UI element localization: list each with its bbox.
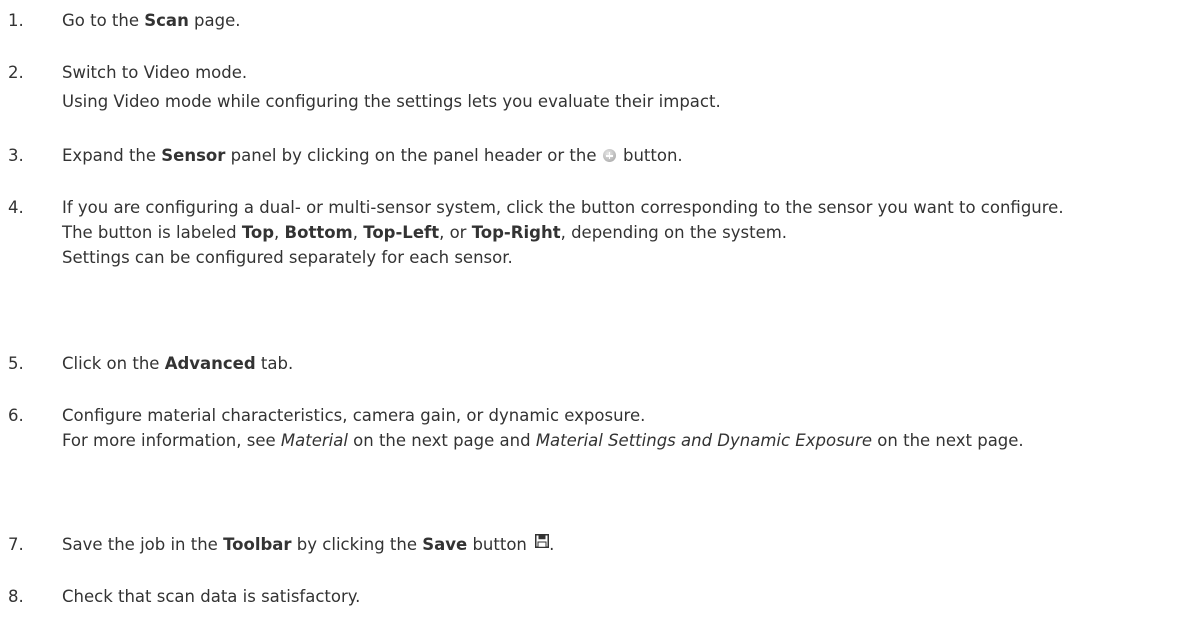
step-note: Settings can be configured separately fo…: [62, 248, 513, 267]
step-note: For more information, see Material on th…: [62, 428, 1198, 453]
text-run: panel by clicking on the panel header or…: [225, 146, 602, 165]
advanced-tab-label: Advanced: [164, 354, 256, 373]
text-run: .: [549, 535, 555, 554]
step-note: Using Video mode while configuring the s…: [62, 92, 721, 111]
scan-page-label: Scan: [144, 11, 189, 30]
material-settings-reference-link[interactable]: Material Settings and Dynamic Exposure: [536, 431, 872, 450]
step-4: 4. If you are configuring a dual- or mul…: [0, 195, 1198, 270]
step-text: Switch to Video mode. Using Video mode w…: [62, 60, 1198, 114]
step-2: 2. Switch to Video mode. Using Video mod…: [0, 60, 1198, 114]
step-text: Click on the Advanced tab.: [62, 351, 1198, 376]
procedure-document: 1. Go to the Scan page. 2. Switch to Vid…: [0, 0, 1204, 637]
text-run: , or: [439, 223, 472, 242]
step-number: 4.: [8, 198, 24, 217]
sensor-panel-label: Sensor: [161, 146, 226, 165]
step-3: 3. Expand the Sensor panel by clicking o…: [0, 143, 1198, 168]
text-run: tab.: [255, 354, 294, 373]
step-number: 3.: [8, 146, 24, 165]
material-reference-link[interactable]: Material: [281, 431, 348, 450]
bottom-label: Bottom: [284, 223, 353, 242]
top-label: Top: [241, 223, 275, 242]
text-run: Go to the: [62, 11, 145, 30]
text-run: on the next page.: [872, 431, 1024, 450]
text-run: page.: [188, 11, 241, 30]
step-text: Expand the Sensor panel by clicking on t…: [62, 143, 1198, 168]
save-disk-icon: [535, 534, 550, 548]
text-run: by clicking the: [291, 535, 423, 554]
step-line: Switch to Video mode.: [62, 63, 248, 82]
step-number: 2.: [8, 63, 24, 82]
text-run: , depending on the system.: [560, 223, 788, 242]
step-number: 8.: [8, 587, 24, 606]
step-6: 6. Configure material characteristics, c…: [0, 403, 1198, 453]
text-run: For more information, see: [62, 431, 281, 450]
step-number: 5.: [8, 354, 24, 373]
step-number: 7.: [8, 535, 24, 554]
step-text: Configure material characteristics, came…: [62, 403, 1198, 453]
step-line: Check that scan data is satisfactory.: [62, 587, 361, 606]
toolbar-label: Toolbar: [223, 535, 292, 554]
step-8: 8. Check that scan data is satisfactory.: [0, 584, 1198, 609]
plus-circle-icon: [602, 149, 616, 162]
top-left-label: Top-Left: [363, 223, 440, 242]
step-number: 6.: [8, 406, 24, 425]
step-text: Go to the Scan page.: [62, 8, 1198, 33]
step-1: 1. Go to the Scan page.: [0, 8, 1198, 33]
step-text: If you are configuring a dual- or multi-…: [62, 195, 1198, 270]
text-run: Save the job in the: [62, 535, 224, 554]
text-run: button.: [617, 146, 683, 165]
step-5: 5. Click on the Advanced tab.: [0, 351, 1198, 376]
text-run: on the next page and: [347, 431, 536, 450]
text-run: Click on the: [62, 354, 165, 373]
step-7: 7. Save the job in the Toolbar by clicki…: [0, 532, 1198, 557]
text-run: The button is labeled: [62, 223, 242, 242]
text-run: Expand the: [62, 146, 162, 165]
step-line: If you are configuring a dual- or multi-…: [62, 198, 1064, 217]
top-right-label: Top-Right: [471, 223, 561, 242]
text-run: button: [467, 535, 533, 554]
step-number: 1.: [8, 11, 24, 30]
step-line: Configure material characteristics, came…: [62, 406, 646, 425]
text-run: ,: [352, 223, 364, 242]
step-text: Check that scan data is satisfactory.: [62, 584, 1198, 609]
text-run: ,: [274, 223, 285, 242]
step-text: Save the job in the Toolbar by clicking …: [62, 532, 1198, 557]
save-label: Save: [422, 535, 468, 554]
step-note: The button is labeled Top, Bottom, Top-L…: [62, 220, 1198, 245]
